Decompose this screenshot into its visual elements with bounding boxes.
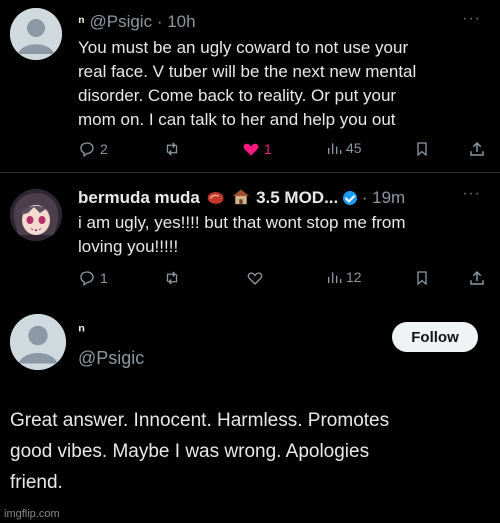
more-icon[interactable]: ··· xyxy=(462,10,481,28)
reply-count: 2 xyxy=(100,141,108,157)
display-name[interactable]: ⁿ xyxy=(78,12,85,31)
follow-button[interactable]: Follow xyxy=(392,322,478,352)
default-avatar-icon xyxy=(10,8,62,60)
reply-button[interactable]: 1 xyxy=(78,269,108,287)
default-avatar-icon xyxy=(10,314,66,370)
share-icon xyxy=(470,141,484,156)
views-count: 12 xyxy=(346,269,362,285)
watermark: imgflip.com xyxy=(4,508,60,520)
profile-display-name[interactable]: ⁿ xyxy=(78,320,85,341)
tweet-text-line: disorder. Come back to reality. Or put y… xyxy=(78,86,397,105)
display-name-extra[interactable]: 3.5 MOD... xyxy=(256,188,338,207)
tweet-actions: 1 12 xyxy=(78,269,488,291)
like-button[interactable]: 1 xyxy=(242,140,272,158)
retweet-icon xyxy=(166,142,178,156)
bookmark-button[interactable] xyxy=(414,140,430,158)
tweet-2[interactable]: bermuda muda 3.5 MOD... · 19m ··· i am u… xyxy=(0,173,500,300)
reply-count: 1 xyxy=(100,270,108,286)
share-icon xyxy=(470,270,484,285)
retweet-button[interactable] xyxy=(162,269,186,287)
like-count: 1 xyxy=(264,141,272,157)
tweet-actions: 2 1 45 xyxy=(78,140,488,162)
display-name[interactable]: bermuda muda xyxy=(78,188,200,207)
avatar[interactable] xyxy=(10,189,62,241)
separator: · xyxy=(156,12,163,31)
house-emoji-icon xyxy=(233,189,250,205)
more-icon[interactable]: ··· xyxy=(462,185,481,203)
tweet-text-line: i am ugly, yes!!!! but that wont stop me… xyxy=(78,213,406,232)
share-button[interactable] xyxy=(468,269,486,287)
reply-text-line: friend. xyxy=(10,472,63,493)
avatar[interactable] xyxy=(10,314,66,370)
meat-emoji-icon xyxy=(207,192,224,204)
share-button[interactable] xyxy=(468,140,486,158)
heart-icon xyxy=(247,272,263,285)
views-icon xyxy=(328,272,342,283)
views-button[interactable]: 45 xyxy=(326,140,362,156)
views-icon xyxy=(328,143,342,154)
reply-text-line: good vibes. Maybe I was wrong. Apologies xyxy=(10,441,370,462)
tweet-text-line: loving you!!!!! xyxy=(78,237,179,256)
reply-text-line: Great answer. Innocent. Harmless. Promot… xyxy=(10,410,390,431)
reply-text: Great answer. Innocent. Harmless. Promot… xyxy=(10,405,490,498)
timestamp[interactable]: 19m xyxy=(372,188,405,207)
reply-button[interactable]: 2 xyxy=(78,140,108,158)
reply-icon xyxy=(80,271,94,287)
bookmark-icon xyxy=(417,142,427,157)
timestamp[interactable]: 10h xyxy=(167,12,195,31)
tweet-text: You must be an ugly coward to not use yo… xyxy=(78,36,416,132)
like-button[interactable] xyxy=(246,269,268,287)
anime-avatar-icon xyxy=(10,189,62,241)
avatar[interactable] xyxy=(10,8,62,60)
tweet-text-line: You must be an ugly coward to not use yo… xyxy=(78,38,409,57)
tweet-header: bermuda muda 3.5 MOD... · 19m xyxy=(78,187,405,208)
retweet-icon xyxy=(166,271,178,285)
tweet-text-line: real face. V tuber will be the next new … xyxy=(78,62,417,81)
bookmark-button[interactable] xyxy=(414,269,430,287)
tweet-header: ⁿ @Psigic · 10h xyxy=(78,12,196,32)
handle[interactable]: @Psigic xyxy=(89,12,152,31)
tweet-text-line: mom on. I can talk to her and help you o… xyxy=(78,110,396,129)
separator: · xyxy=(361,188,368,207)
reply-icon xyxy=(80,142,94,158)
tweet-1[interactable]: ⁿ @Psigic · 10h ··· You must be an ugly … xyxy=(0,0,500,170)
profile-handle[interactable]: @Psigic xyxy=(78,348,144,369)
views-count: 45 xyxy=(346,140,362,156)
bookmark-icon xyxy=(417,271,427,286)
tweet-text: i am ugly, yes!!!! but that wont stop me… xyxy=(78,211,406,259)
retweet-button[interactable] xyxy=(162,140,186,158)
verified-icon xyxy=(342,191,357,205)
views-button[interactable]: 12 xyxy=(326,269,362,285)
heart-icon xyxy=(243,143,259,156)
